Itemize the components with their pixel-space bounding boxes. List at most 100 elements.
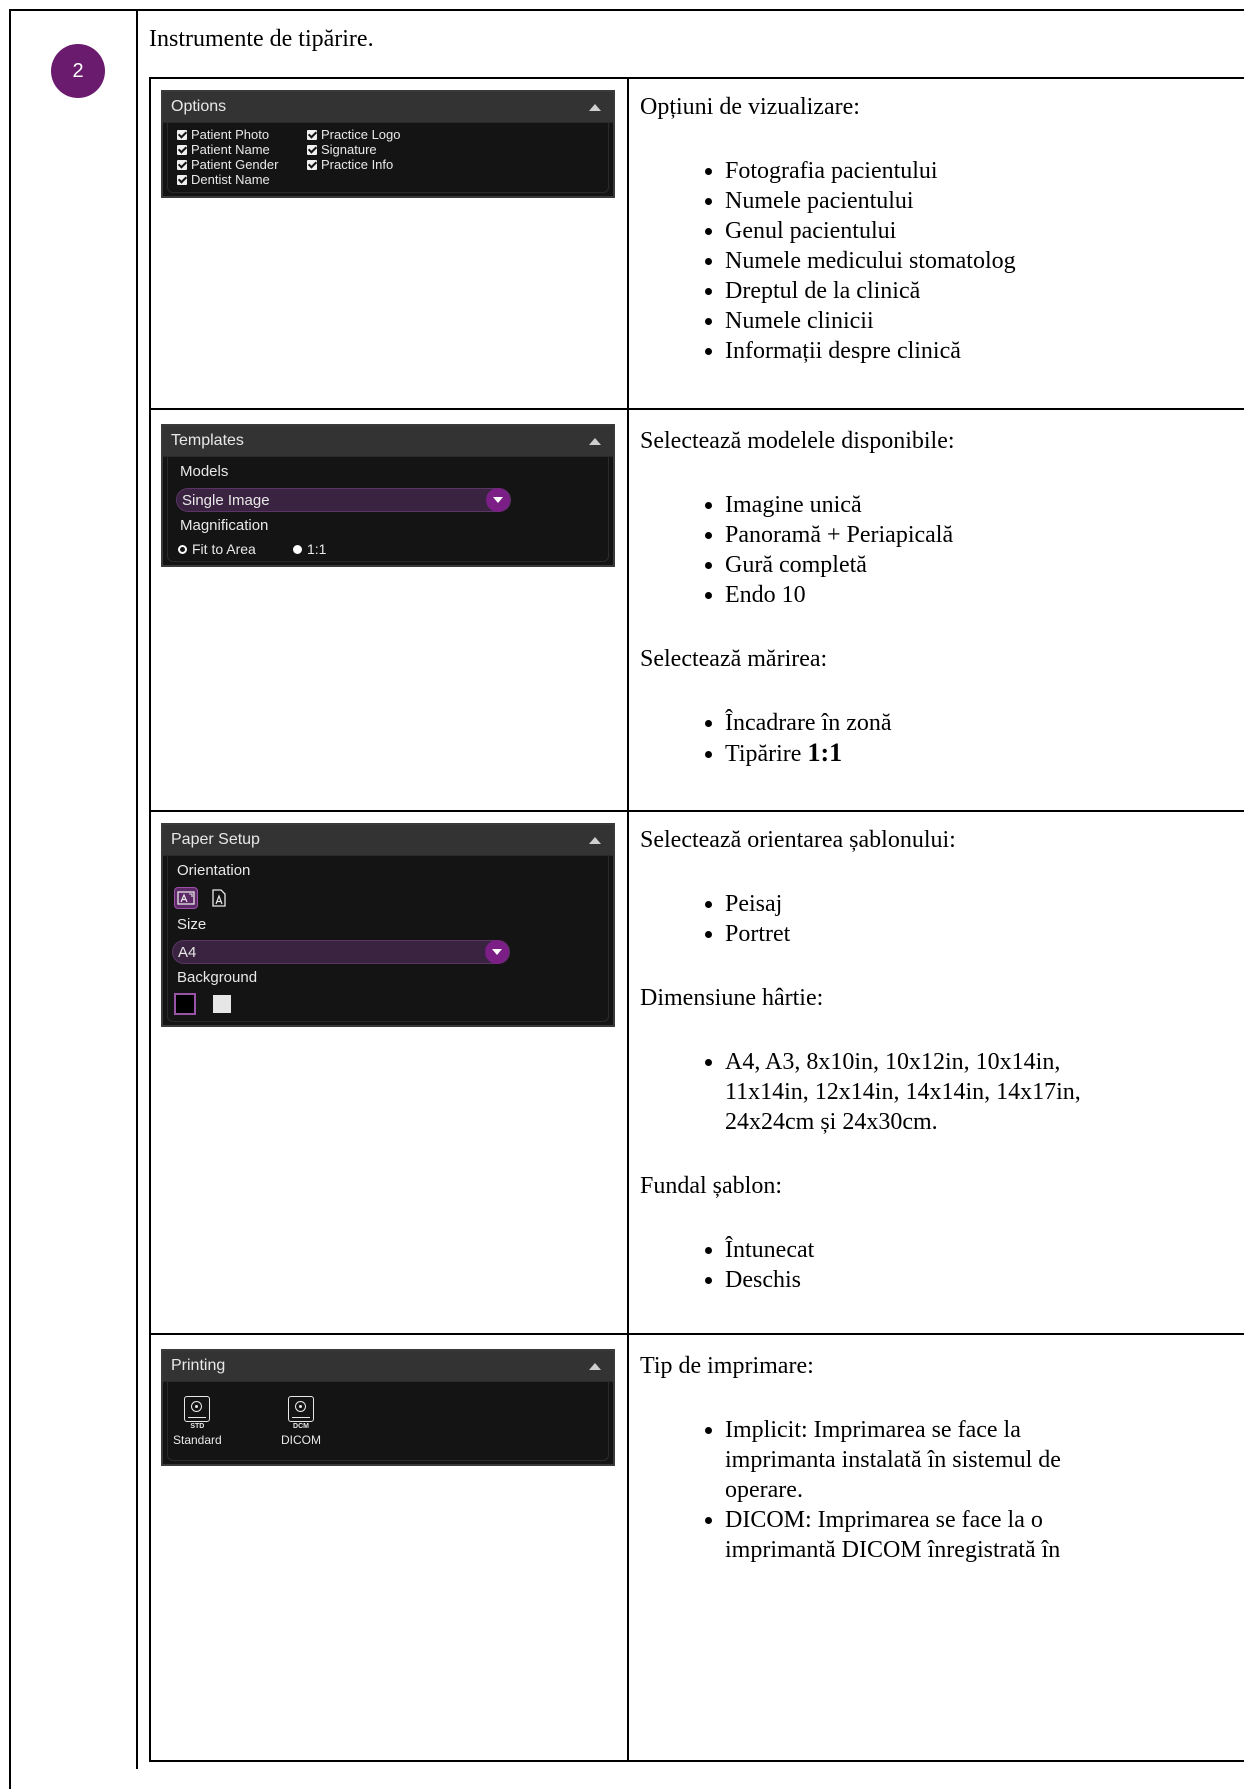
portrait-button[interactable] xyxy=(207,887,231,909)
printing-panel: Printing STD Standard DCM DICOM xyxy=(161,1349,615,1466)
checkbox-label: Practice Logo xyxy=(321,127,401,142)
list-item: A4, A3, 8x10in, 10x12in, 10x14in, 11x14i… xyxy=(725,1047,1100,1137)
orientation-intro: Selectează orientarea șablonului: xyxy=(640,827,956,853)
templates-description: Selectează modelele disponibile: Imagine… xyxy=(640,426,1100,769)
collapse-icon[interactable] xyxy=(589,836,601,844)
list-item: Numele medicului stomatolog xyxy=(725,246,1100,276)
list-item: Deschis xyxy=(725,1265,1100,1295)
printing-panel-header[interactable]: Printing xyxy=(163,1351,613,1382)
models-dropdown-value: Single Image xyxy=(182,491,270,509)
checkbox-checked-icon[interactable] xyxy=(177,174,187,185)
list-item: Întunecat xyxy=(725,1235,1100,1265)
list-item: Endo 10 xyxy=(725,580,1100,610)
orientation-label: Orientation xyxy=(177,862,251,879)
column-divider-left xyxy=(136,9,138,1769)
radio-label: 1:1 xyxy=(307,541,327,557)
checkbox-label: Patient Photo xyxy=(191,127,270,142)
checkbox-checked-icon[interactable] xyxy=(177,159,187,170)
landscape-icon xyxy=(177,891,195,905)
checkbox-checked-icon[interactable] xyxy=(307,129,317,140)
print-standard-label: Standard xyxy=(173,1433,222,1447)
checkbox-checked-icon[interactable] xyxy=(307,144,317,155)
portrait-icon xyxy=(212,889,226,907)
paper-setup-panel-header[interactable]: Paper Setup xyxy=(163,825,613,856)
background-list: Întunecat Deschis xyxy=(640,1235,1100,1295)
magnification-list: Încadrare în zonă Tipărire 1:1 xyxy=(640,708,1100,769)
paper-size-intro: Dimensiune hârtie: xyxy=(640,985,824,1011)
checkbox-label: Signature xyxy=(321,142,377,157)
radio-selected-icon[interactable] xyxy=(293,544,302,554)
list-item: Numele clinicii xyxy=(725,306,1100,336)
checkbox-signature[interactable]: Signature xyxy=(307,142,437,157)
radio-one-to-one[interactable]: 1:1 xyxy=(293,541,326,557)
checkbox-checked-icon[interactable] xyxy=(177,129,187,140)
list-item: Fotografia pacientului xyxy=(725,156,1100,186)
panel-inner-border xyxy=(167,856,609,1022)
radio-label: Fit to Area xyxy=(192,541,256,557)
collapse-icon[interactable] xyxy=(589,103,601,111)
panel-inner-border xyxy=(167,1382,609,1461)
checkbox-label: Practice Info xyxy=(321,157,394,172)
orientation-list: Peisaj Portret xyxy=(640,889,1100,949)
printer-standard-icon xyxy=(184,1396,211,1422)
checkbox-patient-photo[interactable]: Patient Photo xyxy=(177,127,307,142)
collapse-icon[interactable] xyxy=(589,437,601,445)
column-divider-middle xyxy=(627,77,629,1762)
list-item-text: Tipărire xyxy=(725,741,808,767)
paper-size-list: A4, A3, 8x10in, 10x12in, 10x14in, 11x14i… xyxy=(640,1047,1100,1137)
options-panel-title: Options xyxy=(171,98,227,115)
list-item: DICOM: Imprimarea se face la o imprimant… xyxy=(725,1505,1100,1565)
checkbox-checked-icon[interactable] xyxy=(177,144,187,155)
printing-description: Tip de imprimare: Implicit: Imprimarea s… xyxy=(640,1351,1100,1759)
paper-setup-panel-title: Paper Setup xyxy=(171,831,260,848)
checkbox-practice-logo[interactable]: Practice Logo xyxy=(307,127,437,142)
options-intro: Opțiuni de vizualizare: xyxy=(640,94,860,120)
step-badge: 2 xyxy=(51,44,105,98)
options-checkbox-grid: Patient Photo Practice Logo Patient Name… xyxy=(177,127,437,187)
printing-panel-title: Printing xyxy=(171,1357,226,1374)
printer-dicom-icon xyxy=(288,1396,314,1422)
landscape-button[interactable] xyxy=(174,887,198,909)
radio-unselected-icon[interactable] xyxy=(178,544,187,554)
checkbox-practice-info[interactable]: Practice Info xyxy=(307,157,437,172)
chevron-down-icon[interactable] xyxy=(485,940,509,964)
size-dropdown[interactable]: A4 xyxy=(172,940,510,964)
background-intro: Fundal șablon: xyxy=(640,1173,782,1199)
printing-list: Implicit: Imprimarea se face la impriman… xyxy=(640,1415,1100,1565)
options-description: Opțiuni de vizualizare: Fotografia pacie… xyxy=(640,92,1100,366)
list-item: Gură completă xyxy=(725,550,1100,580)
background-light-swatch[interactable] xyxy=(213,995,231,1013)
magnification-label: Magnification xyxy=(180,517,269,534)
paper-setup-panel: Paper Setup Orientation Size A4 Backgrou… xyxy=(161,823,615,1027)
printing-intro: Tip de imprimare: xyxy=(640,1353,814,1379)
print-standard-button[interactable]: STD Standard xyxy=(173,1396,222,1447)
models-list: Imagine unică Panoramă + Periapicală Gur… xyxy=(640,490,1100,610)
row-divider xyxy=(149,408,1244,410)
checkbox-label: Patient Name xyxy=(191,142,270,157)
models-label: Models xyxy=(180,463,229,480)
checkbox-patient-gender[interactable]: Patient Gender xyxy=(177,157,307,172)
size-dropdown-value: A4 xyxy=(178,943,197,961)
collapse-icon[interactable] xyxy=(589,1362,601,1370)
checkbox-checked-icon[interactable] xyxy=(307,159,317,170)
models-dropdown[interactable]: Single Image xyxy=(176,488,511,512)
options-list: Fotografia pacientului Numele pacientulu… xyxy=(640,156,1100,366)
checkbox-label: Dentist Name xyxy=(191,172,270,187)
background-label: Background xyxy=(177,969,258,986)
chevron-down-icon[interactable] xyxy=(486,488,510,512)
print-dicom-button[interactable]: DCM DICOM xyxy=(281,1396,321,1447)
options-panel-header[interactable]: Options xyxy=(163,92,613,123)
paper-setup-description: Selectează orientarea șablonului: Peisaj… xyxy=(640,825,1100,1295)
radio-fit-to-area[interactable]: Fit to Area xyxy=(178,541,256,557)
list-item: Panoramă + Periapicală xyxy=(725,520,1100,550)
row-divider xyxy=(149,1333,1244,1335)
background-dark-swatch[interactable] xyxy=(174,993,196,1015)
options-panel: Options Patient Photo Practice Logo Pati… xyxy=(161,90,615,198)
list-item: Peisaj xyxy=(725,889,1100,919)
list-item: Tipărire 1:1 xyxy=(725,738,1100,769)
templates-panel-header[interactable]: Templates xyxy=(163,426,613,457)
checkbox-patient-name[interactable]: Patient Name xyxy=(177,142,307,157)
checkbox-dentist-name[interactable]: Dentist Name xyxy=(177,172,307,187)
models-intro: Selectează modelele disponibile: xyxy=(640,428,955,454)
templates-panel-title: Templates xyxy=(171,432,244,449)
